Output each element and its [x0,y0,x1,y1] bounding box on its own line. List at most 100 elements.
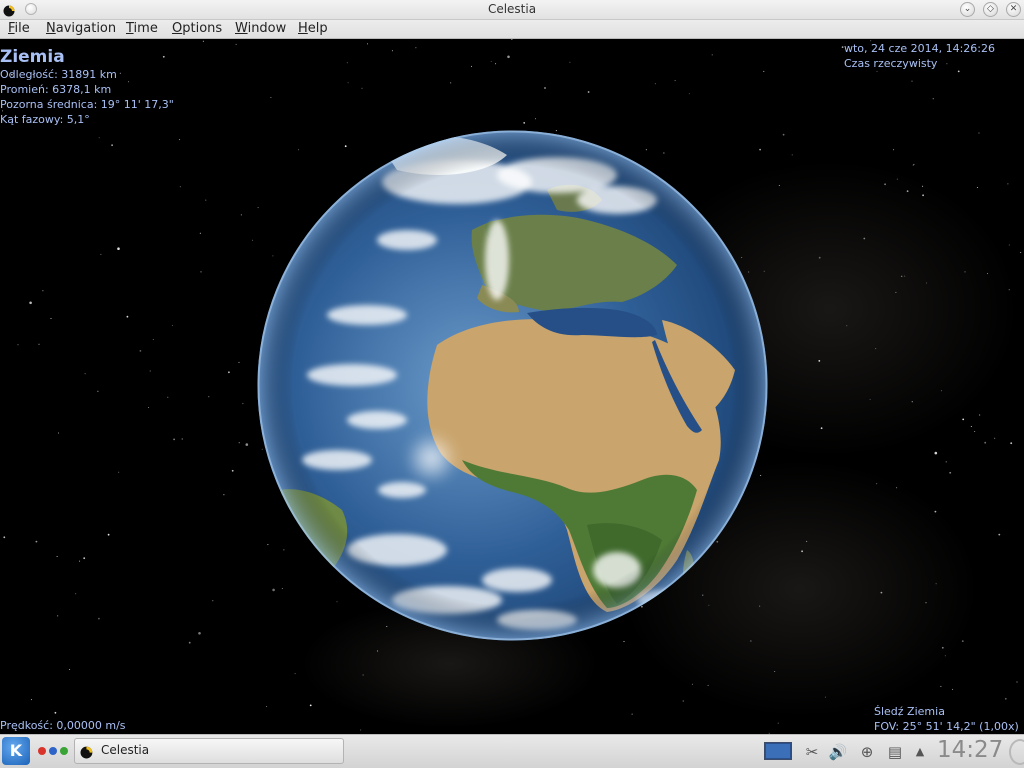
application-launcher-button[interactable]: K [2,737,30,765]
star [252,239,254,241]
star [801,550,803,553]
star [654,83,656,85]
star [544,87,546,89]
menu-time-mnemonic: T [126,21,134,36]
star [57,615,59,617]
star [893,149,895,151]
star [266,706,268,707]
maximize-icon[interactable]: ◇ [983,2,998,17]
star [69,669,71,670]
star [35,540,38,543]
star [925,602,927,604]
star [1010,442,1013,445]
object-apparent-diameter: Pozorna średnica: 19° 11' 17,3" [0,98,174,111]
star [50,318,52,319]
star [940,390,942,392]
star [495,63,497,65]
star [200,271,202,273]
star [911,80,913,82]
star [863,237,866,240]
desktop-pager-3[interactable] [60,747,68,755]
star [1016,681,1018,683]
star [935,583,937,585]
star [569,61,571,63]
star [111,144,113,147]
star [970,426,972,427]
star [922,185,924,187]
star [941,646,944,649]
celestia-icon [80,746,93,759]
star [179,186,181,188]
star [688,93,690,95]
star [54,711,57,714]
earth-globe[interactable] [257,130,768,641]
network-manager-icon[interactable]: ▤ [885,742,905,762]
menu-time[interactable]: Time [125,21,159,36]
star [691,683,693,685]
star [535,118,536,120]
volume-icon[interactable]: 🔊 [828,742,848,762]
window-titlebar[interactable]: Celestia ⌄ ◇ ✕ [0,0,1024,20]
star [631,713,633,715]
taskbar: K Celestia ✂ 🔊 ⊕ ▤ ▲ 14:27 [0,734,1024,768]
star [238,442,240,444]
star [869,398,871,400]
star [944,655,946,657]
star [961,640,964,642]
star [1007,183,1009,185]
star [450,82,452,84]
star [974,431,976,432]
close-icon[interactable]: ✕ [1006,2,1021,17]
klipper-icon[interactable]: ✂ [802,742,822,762]
star [30,699,32,701]
taskbar-task-celestia[interactable]: Celestia [74,738,344,764]
panel-toolbox-icon[interactable] [1009,739,1024,765]
desktop-pager-1[interactable] [38,747,46,755]
star [994,437,996,439]
star [952,688,954,690]
network-icon[interactable]: ⊕ [857,742,877,762]
star [231,469,234,472]
star [895,291,897,293]
display-icon[interactable] [764,742,792,760]
menu-options[interactable]: Options [171,21,223,36]
pin-icon[interactable] [25,3,37,15]
star [367,43,368,45]
star [205,199,207,201]
menu-window[interactable]: Window [234,21,287,36]
taskbar-clock[interactable]: 14:27 [937,737,1003,763]
fov-readout: FOV: 25° 51' 14,2" (1,00x) [874,720,1019,733]
star [926,282,927,284]
star [510,39,513,40]
star [922,194,924,197]
menu-file[interactable]: File [7,21,31,36]
object-radius: Promień: 6378,1 km [0,83,112,96]
object-info-panel: Ziemia Odległość: 31891 km Promień: 6378… [0,47,174,127]
star [507,55,510,59]
star [964,271,966,273]
star [912,164,914,166]
star [29,301,32,305]
star [884,183,886,186]
desktop-pager-2[interactable] [49,747,57,755]
star [987,273,989,275]
tray-expand-icon[interactable]: ▲ [910,742,930,762]
menu-navigation[interactable]: Navigation [45,21,117,36]
minimize-icon[interactable]: ⌄ [960,2,975,17]
star [17,344,19,346]
star [1008,289,1010,291]
star [949,471,952,474]
star [934,451,938,455]
star [361,87,363,89]
celestia-icon[interactable] [3,3,17,17]
star [198,632,201,635]
star [171,324,173,326]
star [674,80,676,82]
star [58,432,59,434]
celestia-viewport[interactable]: Ziemia Odległość: 31891 km Promień: 6378… [0,39,1024,734]
star [362,674,364,676]
star [587,91,590,93]
taskbar-task-label: Celestia [101,743,150,757]
star [391,50,393,52]
menu-help[interactable]: Help [297,21,329,36]
